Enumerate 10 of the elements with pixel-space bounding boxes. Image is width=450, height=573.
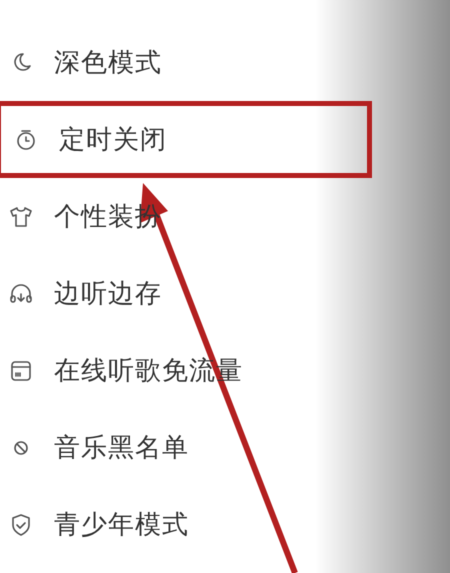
menu-label: 边听边存 (54, 280, 162, 306)
menu-label: 青少年模式 (54, 512, 189, 538)
menu-label: 定时关闭 (59, 126, 167, 152)
menu-item[interactable]: 音乐黑名单 (0, 409, 372, 486)
highlighted-menu-item[interactable]: 定时关闭 (0, 101, 372, 178)
menu-item[interactable]: 边听边存 (0, 255, 372, 332)
menu-item[interactable]: 青少年模式 (0, 486, 372, 563)
menu-label: 深色模式 (54, 50, 162, 76)
menu-item[interactable]: 深色模式 (0, 24, 372, 101)
menu-label: 音乐黑名单 (54, 434, 189, 460)
